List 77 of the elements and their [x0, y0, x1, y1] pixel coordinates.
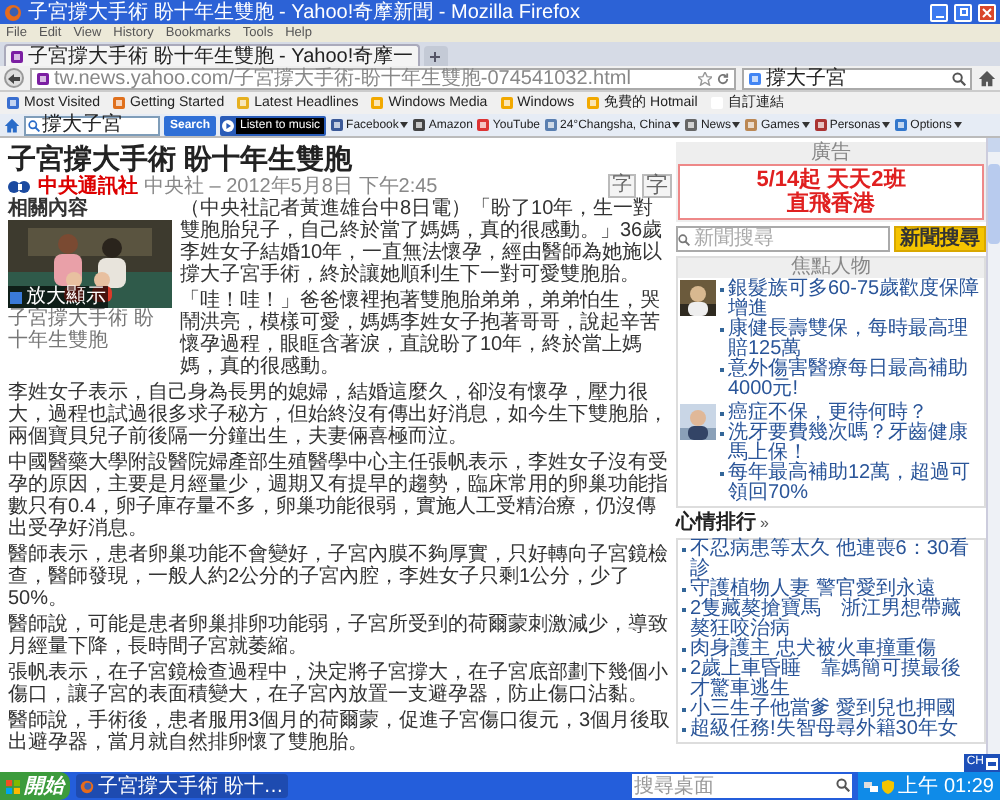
toolbar-item-icon	[894, 118, 909, 132]
font-size-button[interactable]: 字	[608, 174, 636, 198]
flag-icon	[6, 779, 20, 793]
search-icon	[28, 119, 40, 131]
minimize-button[interactable]	[930, 3, 948, 21]
article-paragraph: 醫師表示，患者卵巢功能不會變好，子宮內膜不夠厚實，只好轉向子宮鏡檢查，醫師發現，一般人約2公分的子宮內腔，李姓女子只剩1公分，少了50%。	[8, 544, 670, 610]
article-paragraph: 醫師說，手術後，患者服用3個月的荷爾蒙，促進子宮傷口復元，3個月後取出避孕器，當月就自然排卵懷了雙胞胎。	[8, 710, 672, 754]
clock: 上午 01:29	[898, 775, 994, 797]
news-link[interactable]: 銀髮族可多60-75歲歡度保障增進	[728, 280, 982, 320]
search-icon	[836, 778, 851, 792]
article-paragraph: 李姓女子表示，自己身為長男的媳婦，結婚這麼久，卻沒有懷孕，壓力很大，過程也試過很多求子秘方，但始終沒有傳出好消息，如今生下雙胞胎，兩個寶貝兒子前後隔一分鐘出生，夫妻倆喜極而泣。	[8, 382, 670, 448]
reload-icon[interactable]	[716, 71, 730, 85]
shield-icon	[882, 779, 895, 793]
toolbar-search-field[interactable]: 撐大子宮	[24, 115, 160, 135]
toolbar-item-icon	[330, 118, 345, 132]
enlarge-button[interactable]: 放大顯示	[8, 286, 108, 308]
search-icon	[678, 234, 690, 246]
toolbar-item-icon	[544, 118, 558, 132]
toolbar-item-icon	[684, 118, 699, 132]
more-link[interactable]: »	[760, 512, 769, 534]
keyboard-icon	[986, 757, 998, 769]
browser-tab[interactable]: 子宮撐大手術 盼十年生雙胞 - Yahoo!奇摩一	[4, 44, 420, 66]
search-engine-icon	[748, 71, 762, 85]
source-name: 中央通訊社	[38, 175, 138, 197]
news-link[interactable]: 小三生子他當爹 愛到兒也押國	[690, 700, 956, 720]
article-paragraph: 醫師說，可能是患者卵巢排卵功能弱，子宮所受到的荷爾蒙刺激減少，導致月經量下降，長時間子宮就萎縮。	[8, 614, 670, 658]
news-link[interactable]: 肉身護主 忠犬被火車撞重傷	[690, 640, 936, 660]
plus-icon	[430, 51, 441, 61]
home-icon[interactable]	[978, 69, 996, 87]
start-button[interactable]: 開始	[0, 772, 70, 800]
browser-icon	[80, 779, 94, 793]
byline: 中央社 – 2012年5月8日 下午2:45	[144, 175, 440, 197]
news-search-button[interactable]: 新聞搜尋	[894, 226, 986, 252]
article-paragraph: 中國醫藥大學附設醫院婦產部生殖醫學中心主任張帆表示，李姓女子沒有受孕的原因，主要是月經量少，週期又有提早的趨勢，臨床常用的卵巢功能指數只有0.4，卵子庫存量不多，卵巢功能很弱，實施人工受精治療，仍沒傳出受孕好消息。	[8, 452, 670, 540]
related-label: 相關內容	[8, 198, 90, 220]
desktop-search-field[interactable]: 搜尋桌面	[632, 774, 853, 798]
news-link[interactable]: 康健長壽雙保，每時最高理賠125萬	[728, 320, 982, 360]
search-icon[interactable]	[952, 71, 966, 85]
browser-icon	[4, 3, 22, 21]
toolbar-item-icon	[412, 118, 427, 132]
taskbar-button[interactable]: 子宮撐大手術 盼十…	[76, 774, 288, 798]
home-icon[interactable]	[4, 117, 20, 133]
article-title: 子宮撐大手術 盼十年生雙胞	[8, 142, 354, 174]
network-icon	[864, 779, 879, 793]
toolbar-item-icon	[813, 118, 828, 132]
toolbar-item-icon	[744, 118, 759, 132]
photo-caption: 子宮撐大手術 盼十年生雙胞	[8, 308, 156, 352]
star-icon[interactable]	[698, 71, 712, 85]
ad-label: 廣告	[809, 144, 853, 164]
news-link[interactable]: 洗牙要費幾次嗎？牙齒健康馬上保！	[728, 424, 982, 464]
maximize-button[interactable]	[954, 3, 972, 21]
news-link[interactable]: 每年最高補助12萬，超過可領回70%	[728, 464, 982, 504]
news-link[interactable]: 守護植物人妻 警官愛到永遠	[690, 580, 936, 600]
ad-text: 直飛香港	[787, 192, 875, 216]
new-tab-button[interactable]	[423, 46, 448, 66]
logo-icon	[8, 179, 32, 193]
play-icon	[222, 119, 235, 131]
featured-title: 焦點人物	[678, 258, 984, 278]
font-size-button[interactable]: 字	[642, 174, 672, 198]
article-paragraph: 張帆表示，在子宮鏡檢查過程中，決定將子宮撐大，在子宮底部劃下幾個小傷口，讓子宮的表面積變大，在子宮內放置一支避孕器，防止傷口沾黏。	[8, 662, 670, 706]
toolbar-item-icon	[476, 118, 491, 132]
section-title: 心情排行	[676, 512, 756, 534]
article-paragraph: 「哇！哇！」爸爸懷裡抱著雙胞胎弟弟，弟弟怕生，哭鬧洪亮，模樣可愛，媽媽李姓女子抱著哥哥，說起辛苦懷孕過程，眼眶含著淚，直說盼了10年，終於當上媽媽，真的很感動。	[180, 290, 662, 378]
news-link[interactable]: 不忍病患等太久 他連喪6：30看診	[690, 540, 980, 580]
news-link[interactable]: 意外傷害醫療每日最高補助4000元!	[728, 360, 982, 400]
news-link[interactable]: 超級任務!失智母尋外籍30年女	[690, 720, 958, 740]
search-field[interactable]: 撐大子宮	[742, 67, 972, 89]
address-bar[interactable]: tw.news.yahoo.com/子宮撐大手術-盼十年生雙胞-074541032.html	[30, 67, 736, 89]
article-paragraph: （中央社記者黃進雄台中8日電）「盼了10年，生一對雙胞胎兒子，自己終於當了媽媽，真的很感動。」36歲李姓女子結婚10年，一直無法懷孕，經由醫師為她施以撐大子宮手術，終於讓她順利生下一對可愛雙胞胎。	[180, 198, 665, 286]
ad-banner[interactable]: 5/14起 天天2班 直飛香港	[678, 164, 984, 220]
back-button[interactable]	[4, 68, 24, 88]
close-button[interactable]	[978, 3, 996, 21]
ad-text: 5/14起 天天2班	[756, 168, 906, 192]
window-title: 子宮撐大手術 盼十年生雙胞 - Yahoo!奇摩新聞 - Mozilla Firefox	[28, 1, 582, 23]
news-link[interactable]: 2歲上車昏睡 靠媽簡可摸最後才驚車逃生	[690, 660, 980, 700]
news-link[interactable]: 2隻藏獒搶寶馬 浙江男想帶藏獒狂咬治病	[690, 600, 980, 640]
news-link[interactable]: 癌症不保，更待何時？	[728, 404, 928, 424]
